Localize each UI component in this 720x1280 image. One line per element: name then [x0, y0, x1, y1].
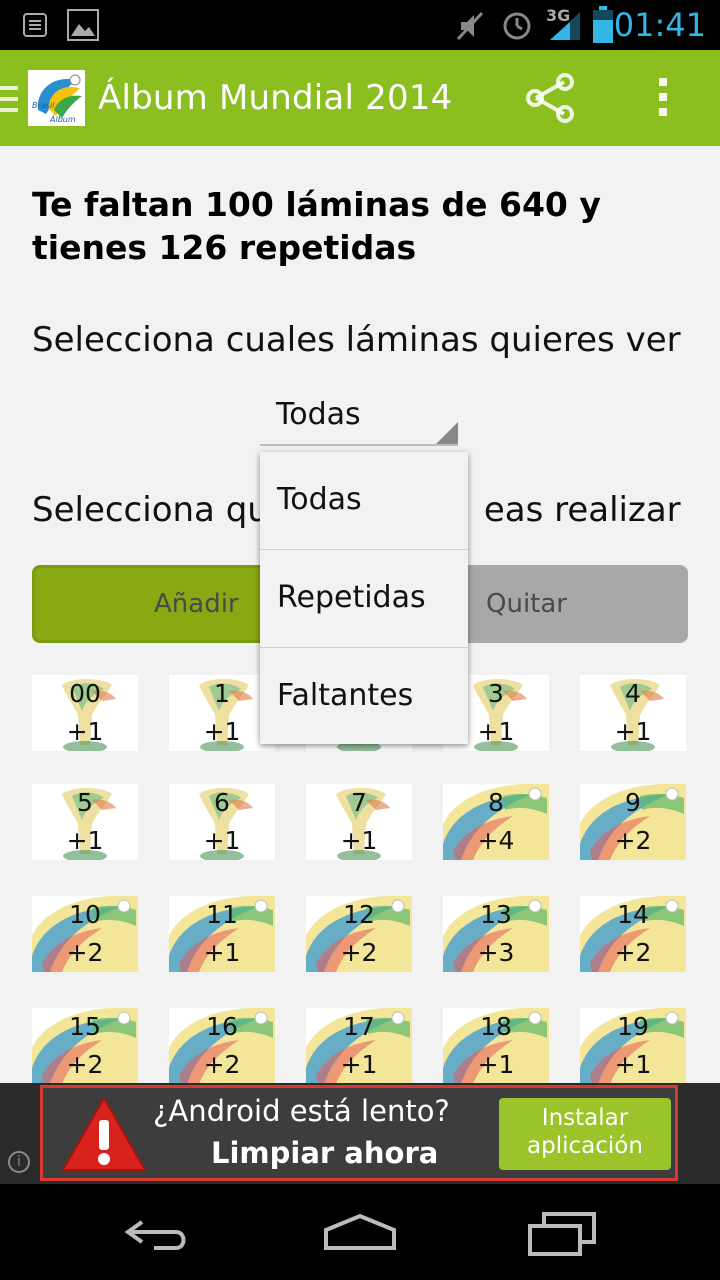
- sticker-cell[interactable]: 11 +1: [169, 896, 275, 972]
- dropdown-option-repetidas[interactable]: Repetidas: [260, 550, 468, 647]
- sticker-cell[interactable]: 9 +2: [580, 784, 686, 860]
- sticker-cell[interactable]: 13 +3: [443, 896, 549, 972]
- action-label-end: eas realizar: [483, 490, 681, 530]
- dropdown-option-faltantes[interactable]: Faltantes: [260, 648, 468, 745]
- sticker-number: 8: [488, 788, 504, 817]
- sticker-count: +3: [477, 938, 515, 967]
- sticker-number: 16: [206, 1012, 238, 1041]
- ad-headline: ¿Android está lento?: [153, 1094, 450, 1128]
- signal-icon: [550, 12, 580, 40]
- summary-text: Te faltan 100 láminas de 640 y tienes 12…: [32, 185, 601, 267]
- sticker-cell[interactable]: 00 +1: [32, 675, 138, 751]
- sticker-cell[interactable]: 12 +2: [306, 896, 412, 972]
- action-label-start: Selecciona qu: [32, 490, 269, 530]
- add-button-label: Añadir: [154, 589, 239, 619]
- sticker-number: 00: [69, 679, 101, 708]
- sticker-number: 15: [69, 1012, 101, 1041]
- sticker-number: 10: [69, 900, 101, 929]
- sticker-number: 14: [617, 900, 649, 929]
- app-logo[interactable]: Brasil Álbum: [28, 70, 85, 126]
- ad-content[interactable]: ¿Android está lento? Limpiar ahora Insta…: [40, 1085, 678, 1181]
- option-label: Repetidas: [277, 580, 426, 615]
- ad-banner[interactable]: i ¿Android está lento? Limpiar ahora Ins…: [0, 1083, 720, 1184]
- logo-text-album: Álbum: [49, 113, 76, 124]
- sticker-number: 18: [480, 1012, 512, 1041]
- sticker-count: +2: [203, 1050, 241, 1079]
- sticker-number: 4: [625, 679, 641, 708]
- sticker-number: 7: [351, 788, 367, 817]
- sticker-count: +2: [66, 1050, 104, 1079]
- sticker-count: +1: [203, 938, 241, 967]
- sticker-cell[interactable]: 15 +2: [32, 1008, 138, 1084]
- sticker-count: +1: [66, 826, 104, 855]
- sticker-cell[interactable]: 4 +1: [580, 675, 686, 751]
- option-label: Todas: [277, 482, 362, 517]
- filter-dropdown: Todas Repetidas Faltantes: [260, 452, 468, 744]
- install-button-line1: Instalar: [541, 1105, 629, 1131]
- sticker-cell[interactable]: 19 +1: [580, 1008, 686, 1084]
- share-icon[interactable]: [524, 72, 576, 124]
- mute-icon: [456, 11, 484, 41]
- navigation-bar: [0, 1184, 720, 1280]
- sticker-cell[interactable]: 14 +2: [580, 896, 686, 972]
- sticker-count: +1: [340, 1050, 378, 1079]
- sticker-count: +1: [614, 1050, 652, 1079]
- ad-subline: Limpiar ahora: [211, 1136, 439, 1170]
- battery-icon: [593, 6, 613, 43]
- sticker-number: 13: [480, 900, 512, 929]
- sticker-number: 6: [214, 788, 230, 817]
- recents-icon[interactable]: [526, 1210, 598, 1256]
- clock: 01:41: [613, 6, 706, 44]
- remove-button-label[interactable]: Quitar: [486, 589, 567, 619]
- back-icon[interactable]: [124, 1214, 194, 1254]
- filter-spinner[interactable]: Todas: [260, 392, 458, 446]
- sticker-cell[interactable]: 10 +2: [32, 896, 138, 972]
- sticker-cell[interactable]: 8 +4: [443, 784, 549, 860]
- sticker-cell[interactable]: 7 +1: [306, 784, 412, 860]
- sticker-count: +2: [614, 938, 652, 967]
- filter-selected-value: Todas: [276, 397, 361, 432]
- sticker-count: +1: [477, 1050, 515, 1079]
- sticker-cell[interactable]: 18 +1: [443, 1008, 549, 1084]
- alarm-icon: [503, 12, 531, 40]
- brazil-logo-icon: Brasil Álbum: [32, 74, 82, 124]
- filter-label: Selecciona cuales láminas quieres ver: [32, 320, 681, 360]
- home-icon[interactable]: [322, 1212, 398, 1252]
- sticker-count: +1: [340, 826, 378, 855]
- app-title: Álbum Mundial 2014: [98, 78, 453, 118]
- sticker-count: +1: [66, 717, 104, 746]
- sticker-number: 5: [77, 788, 93, 817]
- sticker-count: +4: [477, 826, 515, 855]
- sticker-count: +2: [340, 938, 378, 967]
- ad-info-icon[interactable]: i: [8, 1151, 30, 1173]
- sticker-number: 11: [206, 900, 238, 929]
- install-button-line2: aplicación: [527, 1133, 643, 1159]
- sticker-number: 19: [617, 1012, 649, 1041]
- sticker-cell[interactable]: 5 +1: [32, 784, 138, 860]
- option-label: Faltantes: [277, 678, 414, 713]
- sticker-number: 9: [625, 788, 641, 817]
- sticker-count: +1: [203, 826, 241, 855]
- install-button[interactable]: Instalar aplicación: [499, 1098, 671, 1170]
- sticker-cell[interactable]: 16 +2: [169, 1008, 275, 1084]
- status-bar: 3G 01:41: [0, 0, 720, 50]
- sticker-count: +1: [614, 717, 652, 746]
- action-bar: Brasil Álbum Álbum Mundial 2014: [0, 50, 720, 146]
- sticker-count: +2: [66, 938, 104, 967]
- sticker-cell[interactable]: 6 +1: [169, 784, 275, 860]
- spinner-triangle-icon: [436, 422, 458, 444]
- sticker-cell[interactable]: 17 +1: [306, 1008, 412, 1084]
- image-icon: [67, 9, 99, 41]
- dropdown-option-todas[interactable]: Todas: [260, 452, 468, 549]
- sticker-number: 17: [343, 1012, 375, 1041]
- sticker-count: +2: [614, 826, 652, 855]
- warning-icon: [62, 1097, 146, 1171]
- sticker-number: 12: [343, 900, 375, 929]
- notification-icon: [23, 13, 47, 37]
- drawer-icon[interactable]: [0, 84, 20, 114]
- overflow-menu-icon[interactable]: [656, 78, 670, 122]
- logo-text-brasil: Brasil: [32, 101, 55, 110]
